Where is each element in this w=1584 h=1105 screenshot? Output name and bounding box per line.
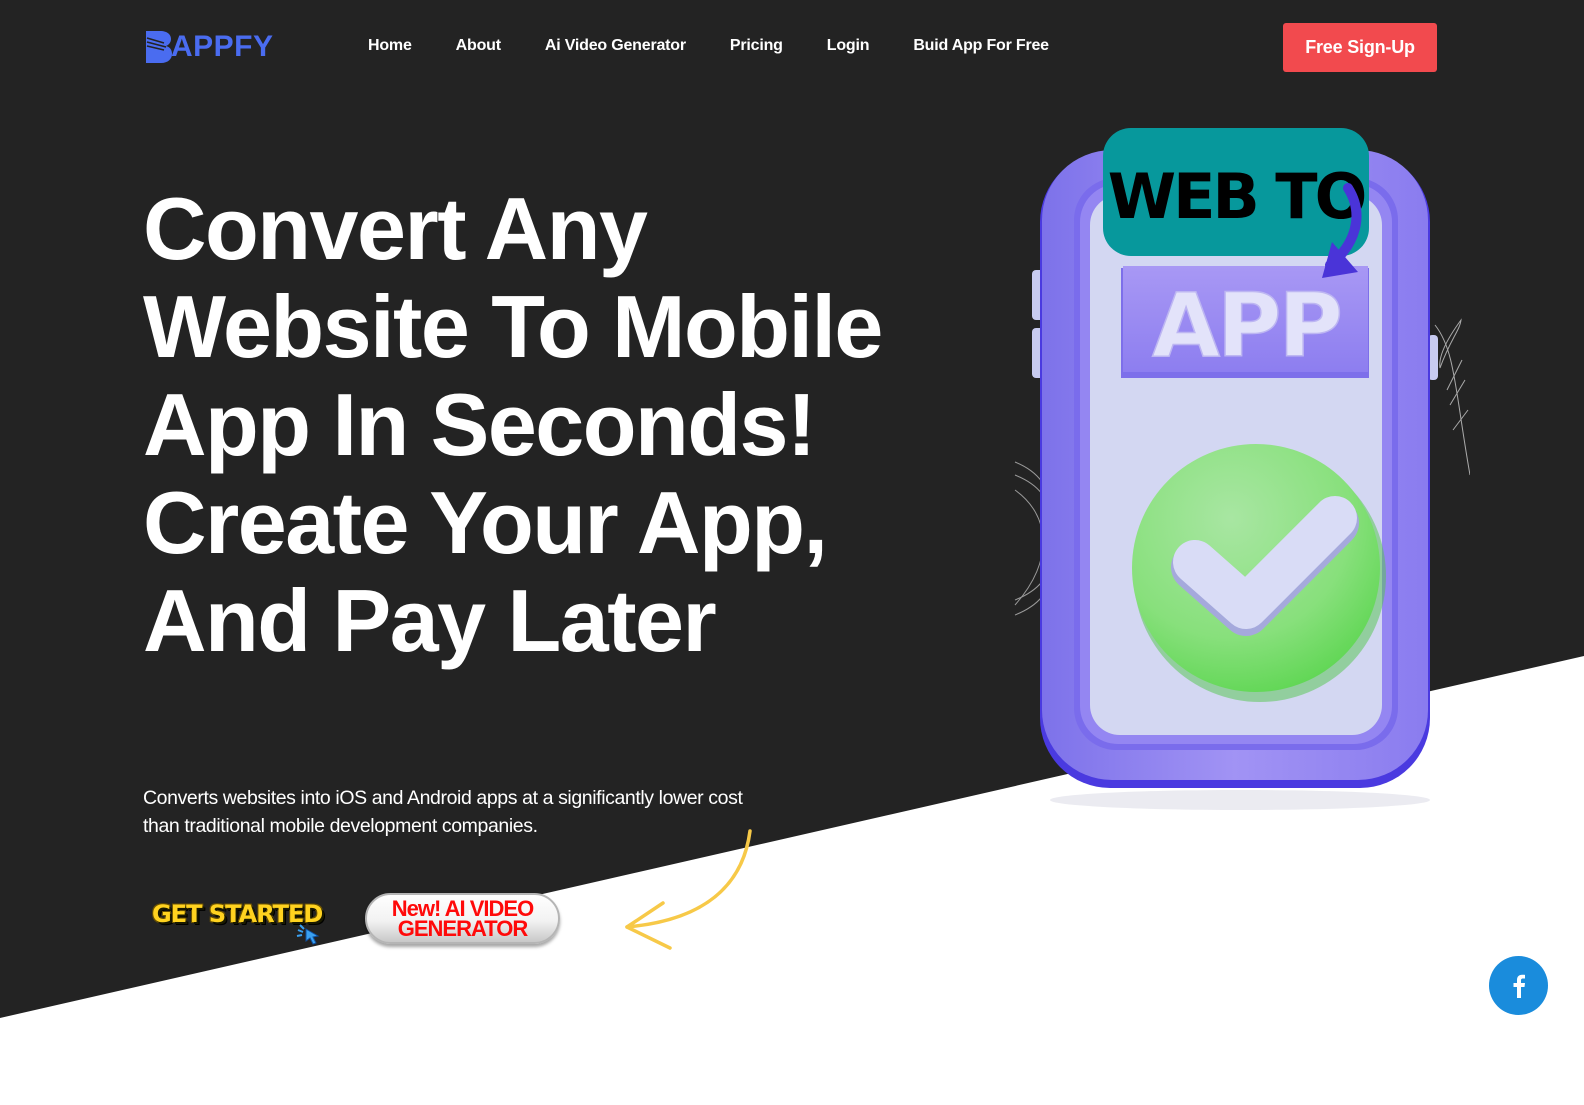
ai-video-label-line2: GENERATOR <box>397 915 529 941</box>
free-signup-button[interactable]: Free Sign-Up <box>1283 23 1437 72</box>
nav-build-app-for-free[interactable]: Buid App For Free <box>913 36 1049 56</box>
logo-text: APPFY <box>171 30 274 63</box>
facebook-button[interactable] <box>1489 956 1548 1015</box>
cursor-click-icon <box>296 924 320 945</box>
main-nav: Home About Ai Video Generator Pricing Lo… <box>368 36 1093 56</box>
site-header: APPFY Home About Ai Video Generator Pric… <box>0 0 1584 95</box>
nav-login[interactable]: Login <box>827 36 870 56</box>
logo[interactable]: APPFY <box>146 30 274 64</box>
nav-ai-video-generator[interactable]: Ai Video Generator <box>545 36 686 56</box>
web-to-text: WEB TO <box>1108 160 1365 233</box>
decorative-leaf <box>1434 318 1470 476</box>
app-text: APP <box>1152 274 1340 377</box>
nav-home[interactable]: Home <box>368 36 412 56</box>
ai-video-generator-button[interactable]: New! AI VIDEO GENERATOR <box>365 893 560 944</box>
curved-arrow-icon <box>625 829 752 950</box>
logo-wing-icon <box>146 31 172 63</box>
web-to-app-illustration: APP WEB TO <box>1014 128 1470 810</box>
facebook-icon <box>1513 974 1525 998</box>
get-started-button[interactable]: GET STARTED <box>150 898 332 946</box>
hero-headline: Convert Any Website To Mobile App In Sec… <box>143 179 883 670</box>
nav-about[interactable]: About <box>456 36 501 56</box>
nav-pricing[interactable]: Pricing <box>730 36 783 56</box>
